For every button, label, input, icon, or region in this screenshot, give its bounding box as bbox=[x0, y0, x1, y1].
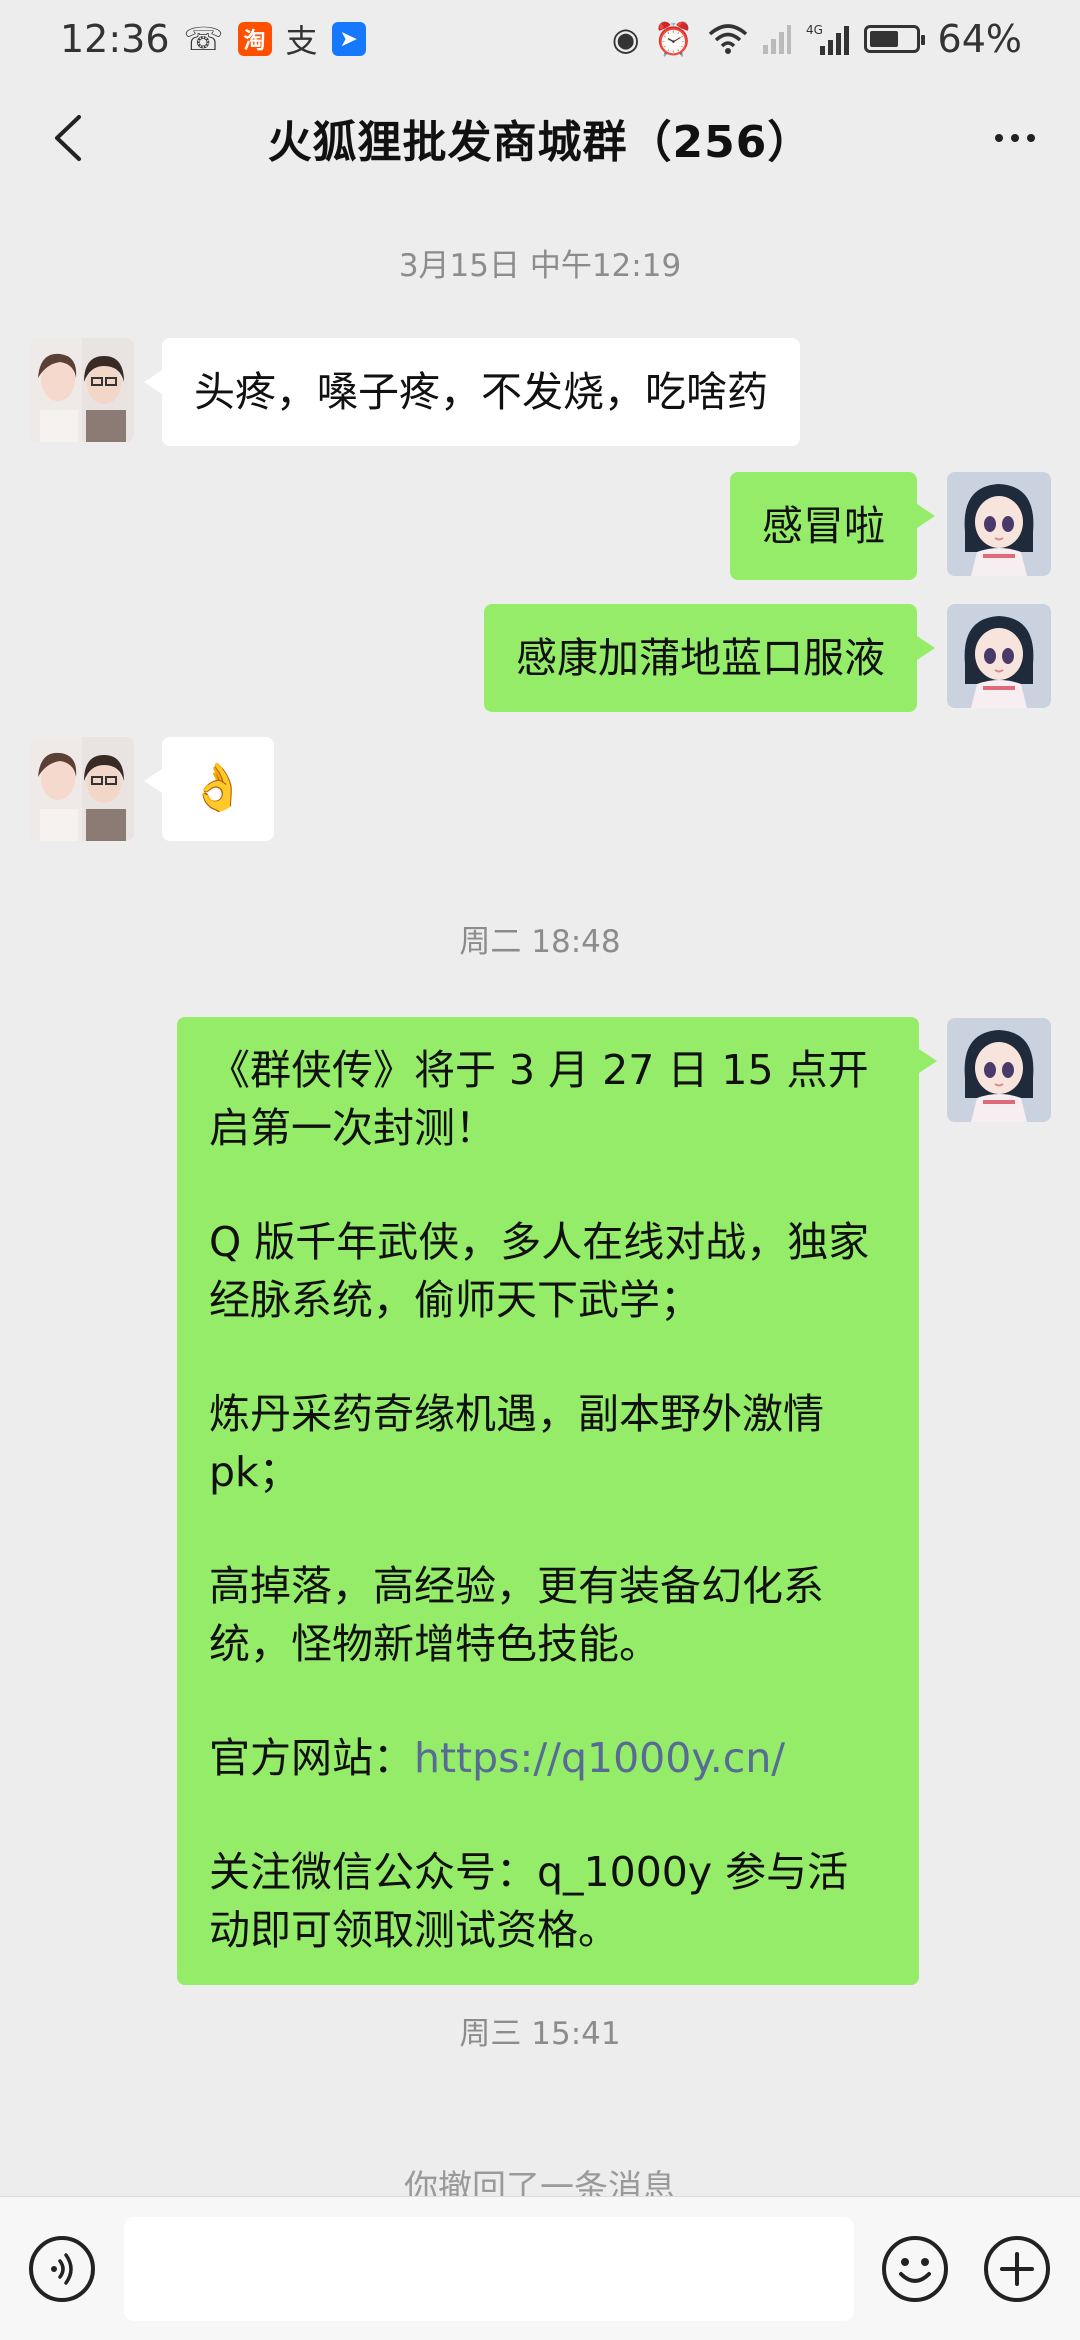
message-bubble-self[interactable]: 感冒啦 bbox=[730, 472, 935, 580]
message-paragraph: 《群侠传》将于 3 月 27 日 15 点开启第一次封测！ bbox=[209, 1046, 869, 1152]
avatar-doll-image bbox=[947, 1018, 1051, 1122]
wifi-icon bbox=[708, 24, 747, 54]
emoji-icon[interactable] bbox=[880, 2234, 950, 2304]
signal-icon bbox=[762, 25, 791, 54]
website-link[interactable]: https://q1000y.cn/ bbox=[414, 1734, 785, 1782]
message-bubble-self-long[interactable]: 《群侠传》将于 3 月 27 日 15 点开启第一次封测！ Q 版千年武侠，多人… bbox=[177, 1017, 937, 1985]
taobao-icon: 淘 bbox=[237, 22, 272, 56]
status-bar: 12:36 ☏ 淘 支 ➤ ◉ ⏰ 4G 64% bbox=[0, 0, 1080, 78]
chevron-left-icon bbox=[55, 115, 81, 161]
timestamp: 周二 18:48 bbox=[459, 924, 621, 960]
svg-text:4G: 4G bbox=[806, 23, 823, 37]
chat-header: 火狐狸批发商城群（256） bbox=[0, 78, 1080, 198]
chat-area[interactable]: 3月15日 中午12:19 头疼，嗓子疼，不发烧，吃啥药 感冒啦 感康加蒲地蓝口… bbox=[0, 198, 1080, 2198]
message-bubble-self[interactable]: 感康加蒲地蓝口服液 bbox=[484, 604, 935, 712]
message-bubble-other[interactable]: 👌 bbox=[144, 737, 274, 841]
avatar-two-women-image bbox=[30, 338, 134, 442]
status-time: 12:36 bbox=[60, 17, 170, 61]
input-bar bbox=[0, 2196, 1080, 2340]
voice-icon[interactable] bbox=[27, 2234, 97, 2304]
battery-percent: 64% bbox=[937, 17, 1022, 61]
message-paragraph: 关注微信公众号：q_1000y 参与活动即可领取测试资格。 bbox=[209, 1848, 849, 1954]
plus-icon[interactable] bbox=[982, 2234, 1052, 2304]
battery-level-fill bbox=[869, 31, 898, 47]
ok-hand-emoji: 👌 bbox=[189, 760, 247, 814]
message-paragraph: 官方网站：https://q1000y.cn/ bbox=[209, 1729, 887, 1787]
message-paragraph: 炼丹采药奇缘机遇，副本野外激情 pk； bbox=[209, 1390, 824, 1496]
message-bubble-other[interactable]: 头疼，嗓子疼，不发烧，吃啥药 bbox=[144, 338, 800, 446]
chat-title: 火狐狸批发商城群（256） bbox=[267, 117, 813, 168]
avatar-two-women-image bbox=[30, 737, 134, 841]
blue-app-icon: ➤ bbox=[331, 22, 366, 56]
avatar-self[interactable] bbox=[947, 472, 1051, 576]
website-label: 官方网站： bbox=[209, 1734, 414, 1782]
more-button[interactable] bbox=[980, 108, 1050, 168]
avatar-other[interactable] bbox=[30, 338, 134, 442]
message-paragraph: 高掉落，高经验，更有装备幻化系统，怪物新增特色技能。 bbox=[209, 1562, 824, 1668]
avatar-doll-image bbox=[947, 604, 1051, 708]
avatar-self[interactable] bbox=[947, 604, 1051, 708]
battery-icon bbox=[863, 25, 925, 53]
recalled-notice: 你撤回了一条消息 bbox=[404, 2168, 676, 2198]
alipay-icon: 支 bbox=[285, 22, 318, 60]
timestamp: 周三 15:41 bbox=[459, 2016, 621, 2052]
status-left: 12:36 ☏ 淘 支 ➤ bbox=[60, 16, 366, 62]
alarm-icon: ⏰ bbox=[653, 20, 694, 58]
missed-call-icon: ☏ bbox=[183, 20, 224, 58]
avatar-doll-image bbox=[947, 472, 1051, 576]
message-input[interactable] bbox=[124, 2217, 854, 2321]
more-dots-icon bbox=[995, 134, 1003, 142]
status-right: ◉ ⏰ 4G 64% bbox=[612, 17, 1022, 61]
timestamp: 3月15日 中午12:19 bbox=[398, 248, 682, 284]
avatar-other[interactable] bbox=[30, 737, 134, 841]
avatar-self[interactable] bbox=[947, 1018, 1051, 1122]
signal-4g-icon: 4G bbox=[806, 23, 849, 55]
eye-icon: ◉ bbox=[611, 20, 640, 58]
message-paragraph: Q 版千年武侠，多人在线对战，独家经脉系统，偷师天下武学； bbox=[209, 1218, 870, 1324]
back-button[interactable] bbox=[38, 108, 98, 168]
